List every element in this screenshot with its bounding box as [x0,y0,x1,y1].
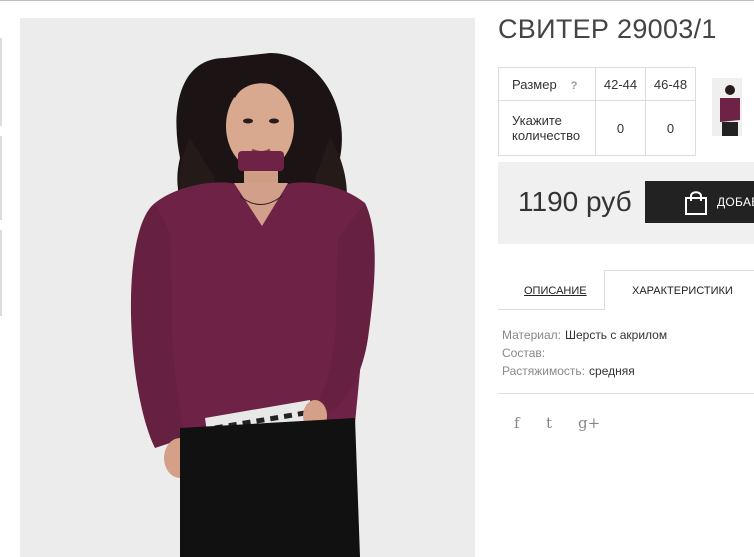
add-to-cart-label: ДОБАВ [717,195,754,209]
tab-description[interactable]: ОПИСАНИЕ [524,285,587,297]
spec-row: Состав: [502,344,667,362]
product-tabs: ОПИСАНИЕ ХАРАКТЕРИСТИКИ [498,270,754,310]
spec-row: Растяжимость: средняя [502,362,667,380]
tab-underline [498,309,604,310]
spec-value: Шерсть с акрилом [564,328,668,342]
thumbnail[interactable] [0,136,2,220]
product-title: СВИТЕР 29003/1 [498,14,717,44]
spec-value: средняя [589,364,635,378]
size-option: 42-44 [595,67,646,101]
size-option: 46-48 [645,67,696,101]
facebook-icon[interactable]: f [514,414,520,432]
product-photo-illustration [20,18,475,557]
top-divider [0,0,754,1]
size-table: Размер? 42-44 46-48 Укажите количество 0… [498,67,696,156]
buy-box: 1190 руб ДОБАВ [498,162,754,244]
google-plus-icon[interactable]: g+ [578,414,600,432]
thumbnail[interactable] [0,230,2,316]
thumbnail-illustration [712,78,742,136]
size-label: Размер [512,76,557,92]
specs-list: Материал: Шерсть с акрилом Состав: Растяж… [502,326,667,380]
spec-row: Материал: Шерсть с акрилом [502,326,667,344]
thumbnail-strip [0,38,3,326]
size-label-cell: Размер? [498,67,596,101]
add-to-cart-button[interactable]: ДОБАВ [645,181,754,223]
tab-characteristics[interactable]: ХАРАКТЕРИСТИКИ [604,270,754,310]
spec-label: Состав: [502,346,546,360]
spec-label: Материал: [502,328,561,342]
product-photo[interactable] [20,18,475,557]
quantity-input[interactable]: 0 [645,100,696,156]
product-price: 1190 руб [518,186,632,217]
divider [498,393,754,394]
product-thumbnail[interactable] [712,78,742,136]
twitter-icon[interactable]: t [546,414,552,432]
quantity-input[interactable]: 0 [595,100,646,156]
thumbnail[interactable] [0,38,2,126]
spec-label: Растяжимость: [502,364,586,378]
shopping-bag-icon [683,190,709,221]
tab-characteristics-label: ХАРАКТЕРИСТИКИ [632,285,733,297]
size-hint-icon[interactable]: ? [571,80,578,92]
quantity-label: Укажите количество [498,100,596,156]
